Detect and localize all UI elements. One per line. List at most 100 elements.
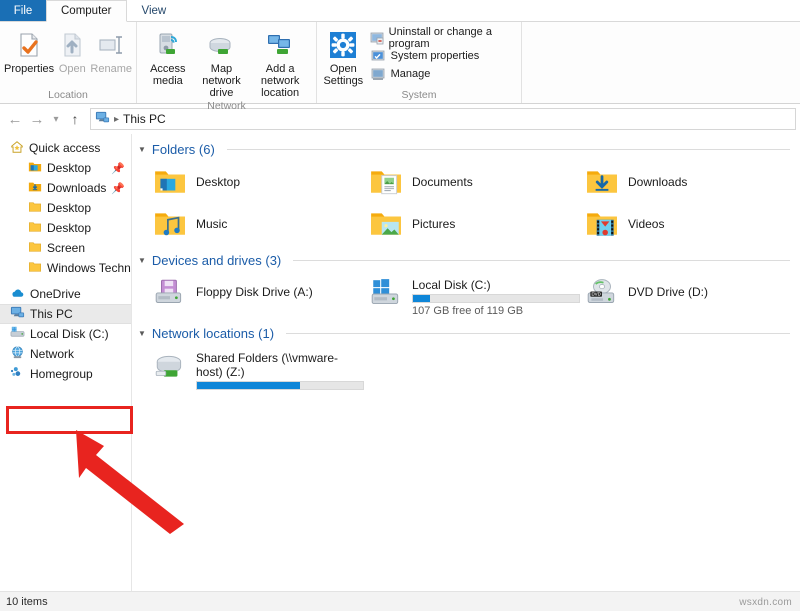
add-network-location-label: Add a network location [249,63,311,99]
sidebar-item-this-pc[interactable]: This PC [0,304,131,324]
up-arrow-icon[interactable]: ↑ [64,108,86,130]
section-header-folders[interactable]: ▼ Folders (6) [132,138,800,159]
properties-button[interactable]: Properties [4,26,54,75]
breadcrumb-this-pc[interactable]: This PC [123,112,166,126]
folders-grid: Desktop Documents [132,159,800,249]
folder-item-desktop[interactable]: Desktop [146,161,362,203]
ribbon-group-location: Properties Open [0,22,136,103]
ribbon-group-system: Open Settings Uninstall or change a [316,22,521,103]
sidebar-item-desktop-pinned[interactable]: Desktop 📌 [0,158,131,178]
watermark: wsxdn.com [739,597,792,608]
desktop-folder-icon [28,160,42,177]
file-explorer-window: File Computer View Prop [0,0,800,611]
network-item-shared-folders-z[interactable]: Shared Folders (\\vmware-host) (Z:) [146,345,376,397]
access-media-icon [153,29,183,61]
uninstall-program-button[interactable]: Uninstall or change a program [366,29,517,47]
address-bar: ← → ▾ ↑ ▸ This PC [0,104,800,134]
recent-locations-chevron-down-icon[interactable]: ▾ [48,108,64,130]
open-settings-label: Open Settings [321,63,366,87]
sidebar-item-label: Desktop [47,221,91,235]
sidebar-item-local-disk-c[interactable]: Local Disk (C:) [0,324,131,344]
windows-drive-icon [368,276,404,312]
collapse-chevron-icon[interactable]: ▼ [138,145,146,154]
section-header-network-locations[interactable]: ▼ Network locations (1) [132,322,800,343]
tab-computer[interactable]: Computer [46,0,127,22]
pictures-folder-icon [368,206,404,242]
ribbon-group-network-label: Network [137,99,316,114]
ribbon-group-location-label: Location [0,88,136,103]
drive-item-local-disk-c[interactable]: Local Disk (C:) 107 GB free of 119 GB [362,272,578,318]
settings-gear-icon [328,29,358,61]
section-title: Devices and drives (3) [152,253,281,268]
manage-button[interactable]: Manage [366,65,517,83]
content-pane: ▼ Folders (6) Desktop [132,134,800,591]
drive-usage-bar [412,294,580,303]
tab-view[interactable]: View [127,0,182,21]
ribbon: Properties Open [0,22,800,104]
sidebar-item-desktop-2[interactable]: Desktop [0,198,131,218]
folder-icon [28,200,42,217]
sidebar-item-quick-access[interactable]: Quick access [0,138,131,158]
folder-icon [28,260,42,277]
tab-file[interactable]: File [0,0,46,21]
folder-item-videos[interactable]: Videos [578,203,794,245]
system-properties-button[interactable]: System properties [366,47,517,65]
drive-label: DVD Drive (D:) [628,276,708,299]
sidebar-item-downloads-pinned[interactable]: Downloads 📌 [0,178,131,198]
drive-free-space: 107 GB free of 119 GB [412,305,580,317]
pin-icon[interactable]: 📌 [111,182,125,195]
hard-drive-icon [10,325,25,343]
sidebar-item-screen[interactable]: Screen [0,238,131,258]
open-label: Open [59,63,86,75]
add-network-location-button[interactable]: Add a network location [249,26,311,99]
downloads-folder-icon [584,164,620,200]
folder-label: Videos [628,217,664,231]
forward-arrow-icon[interactable]: → [26,108,48,130]
open-button[interactable]: Open [54,26,90,75]
ribbon-group-system-label: System [317,88,521,103]
sidebar-item-onedrive[interactable]: OneDrive [0,284,131,304]
tab-computer-label: Computer [61,5,112,17]
collapse-chevron-icon[interactable]: ▼ [138,329,146,338]
access-media-label: Access media [142,63,194,87]
navigation-pane: Quick access Desktop 📌 [0,134,132,591]
properties-label: Properties [4,63,54,75]
rename-icon [96,29,126,61]
section-title: Folders (6) [152,142,215,157]
open-settings-button[interactable]: Open Settings [321,26,366,87]
dvd-drive-icon: DVD [584,276,620,312]
pin-icon[interactable]: 📌 [111,162,125,175]
ribbon-filler [521,22,800,103]
status-item-count: 10 items [6,596,48,608]
access-media-button[interactable]: Access media [142,26,194,87]
drive-item-dvd-d[interactable]: DVD DVD Drive (D:) [578,272,794,318]
map-network-drive-icon [206,29,236,61]
network-meta: Shared Folders (\\vmware-host) (Z:) [196,349,364,390]
folder-item-pictures[interactable]: Pictures [362,203,578,245]
folder-item-documents[interactable]: Documents [362,161,578,203]
sidebar-item-network[interactable]: Network [0,344,131,364]
map-network-drive-button[interactable]: Map network drive [195,26,247,99]
system-properties-label: System properties [391,50,480,62]
map-network-drive-label: Map network drive [195,63,247,99]
tab-file-label: File [14,5,33,17]
open-icon [57,29,87,61]
quick-access-star-icon [10,140,24,157]
sidebar-item-windows-technic[interactable]: Windows Technic [0,258,131,278]
sidebar-item-desktop-3[interactable]: Desktop [0,218,131,238]
folder-item-downloads[interactable]: Downloads [578,161,794,203]
folder-label: Documents [412,175,473,189]
section-header-devices[interactable]: ▼ Devices and drives (3) [132,249,800,270]
section-rule [227,149,790,150]
music-folder-icon [152,206,188,242]
sidebar-item-homegroup[interactable]: Homegroup [0,364,131,384]
collapse-chevron-icon[interactable]: ▼ [138,256,146,265]
folder-icon [28,220,42,237]
rename-button[interactable]: Rename [90,26,132,75]
drive-item-floppy-a[interactable]: Floppy Disk Drive (A:) [146,272,362,318]
drive-meta: Local Disk (C:) 107 GB free of 119 GB [412,276,580,317]
back-arrow-icon[interactable]: ← [4,108,26,130]
folder-label: Pictures [412,217,455,231]
system-properties-icon [370,48,386,64]
folder-item-music[interactable]: Music [146,203,362,245]
